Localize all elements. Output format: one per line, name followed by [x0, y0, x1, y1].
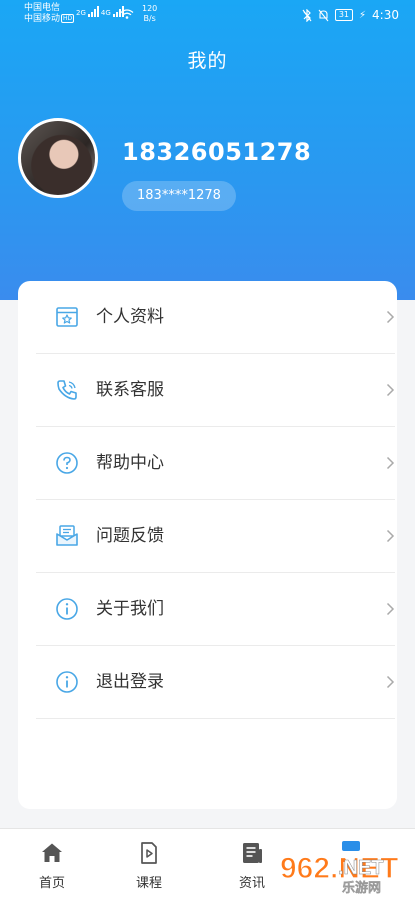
news-icon: [243, 843, 262, 863]
avatar[interactable]: [18, 118, 98, 198]
chevron-right-icon: [386, 383, 395, 397]
menu-card: 个人资料 联系客服 帮助中心 问题反馈 关于我们 退出登录: [18, 281, 397, 809]
bell-off-icon: [318, 9, 329, 21]
masked-phone-badge: 183****1278: [122, 181, 236, 211]
net-type-1: 2G: [76, 9, 86, 17]
menu-item-profile[interactable]: 个人资料: [36, 281, 395, 354]
menu-label: 问题反馈: [96, 526, 164, 546]
menu-label: 联系客服: [96, 380, 164, 400]
home-icon: [42, 843, 62, 862]
carrier-info: 中国电信 中国移动 HD: [24, 3, 75, 25]
chevron-right-icon: [386, 310, 395, 324]
menu-item-about-us[interactable]: 关于我们: [36, 573, 395, 646]
phone-icon: [57, 380, 77, 400]
tab-label: 首页: [38, 876, 65, 891]
charging-icon: ⚡: [359, 9, 367, 21]
chevron-right-icon: [386, 602, 395, 616]
site-watermark-logo: 962.NET .NET 乐游网: [279, 851, 399, 895]
question-icon: [56, 452, 78, 474]
menu-label: 个人资料: [96, 307, 164, 327]
hd-badge: HD: [61, 14, 75, 23]
signal-1-icon: [87, 6, 99, 17]
net-type-2: 4G: [100, 9, 111, 17]
menu-item-logout[interactable]: 退出登录: [36, 646, 395, 719]
speed-unit: B/s: [143, 14, 156, 23]
status-bar: 中国电信 中国移动 HD 2G 4G 120 B/s 31 ⚡ 4:30: [0, 0, 415, 32]
menu-item-feedback[interactable]: 问题反馈: [36, 500, 395, 573]
menu-item-help-center[interactable]: 帮助中心: [36, 427, 395, 500]
tab-home[interactable]: 首页: [12, 829, 92, 900]
wifi-icon: [120, 9, 134, 19]
chevron-right-icon: [386, 675, 395, 689]
page-title: 我的: [187, 50, 228, 72]
svg-text:.NET: .NET: [338, 857, 384, 879]
status-right: 31 ⚡ 4:30: [302, 8, 399, 22]
menu-label: 帮助中心: [96, 453, 164, 473]
info-icon: [56, 598, 78, 620]
info-icon: [56, 671, 78, 693]
profile-header: 中国电信 中国移动 HD 2G 4G 120 B/s 31 ⚡ 4:30 我的 …: [0, 0, 415, 300]
net-speed: 120 B/s: [142, 4, 157, 24]
bluetooth-off-icon: [302, 8, 312, 22]
battery-icon: 31: [334, 9, 354, 21]
speed-value: 120: [142, 4, 158, 13]
carrier-1: 中国电信: [24, 3, 61, 13]
course-icon: [141, 842, 157, 864]
watermark-sub: 乐游网: [342, 880, 381, 895]
menu-label: 关于我们: [96, 599, 164, 619]
menu-label: 退出登录: [96, 672, 164, 692]
feedback-mail-icon: [56, 525, 78, 546]
user-phone: 18326051278: [122, 138, 312, 166]
menu-item-contact-service[interactable]: 联系客服: [36, 354, 395, 427]
tab-label: 课程: [135, 876, 162, 891]
clock: 4:30: [372, 8, 399, 22]
chevron-right-icon: [386, 456, 395, 470]
tab-courses[interactable]: 课程: [109, 829, 189, 900]
signal-indicators: 2G 4G: [76, 6, 124, 17]
chevron-right-icon: [386, 529, 395, 543]
carrier-2: 中国移动: [24, 14, 61, 24]
profile-card-icon: [56, 307, 78, 327]
